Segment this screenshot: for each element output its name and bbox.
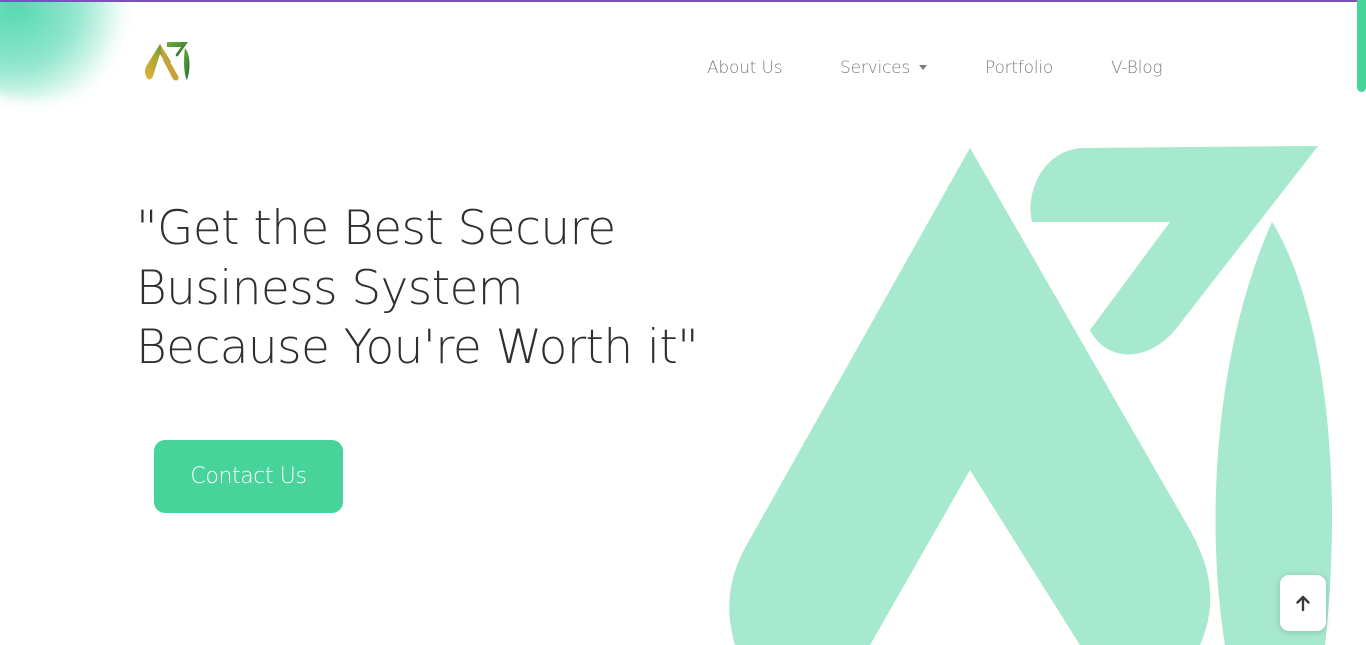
nav-services-label: Services: [840, 58, 911, 78]
arrow-up-icon: [1296, 595, 1310, 612]
brand-logo[interactable]: [143, 38, 193, 84]
logo-icon: [144, 42, 190, 81]
headline-line-1: "Get the Best Secure: [136, 201, 616, 256]
nav-services[interactable]: Services: [840, 56, 928, 80]
back-to-top-button[interactable]: [1280, 575, 1326, 631]
corner-decoration: [0, 0, 140, 100]
nav-portfolio[interactable]: Portfolio: [985, 56, 1053, 80]
scrollbar-thumb[interactable]: [1357, 0, 1366, 92]
landing-page: About Us Services Portfolio V-Blog "Get: [0, 0, 1366, 645]
top-accent-line: [0, 0, 1366, 2]
nav-v-blog[interactable]: V-Blog: [1111, 56, 1163, 80]
nav-about-us[interactable]: About Us: [707, 56, 783, 80]
headline-line-3: Because You're Worth it": [136, 320, 699, 375]
scrollbar-track[interactable]: [1354, 0, 1366, 645]
hero-headline: "Get the Best Secure Business System Bec…: [136, 199, 756, 378]
headline-line-2: Business System: [136, 260, 524, 316]
hero-brand-mark: [729, 146, 1332, 645]
contact-us-button[interactable]: Contact Us: [154, 440, 343, 513]
caret-down-icon: [919, 65, 928, 70]
